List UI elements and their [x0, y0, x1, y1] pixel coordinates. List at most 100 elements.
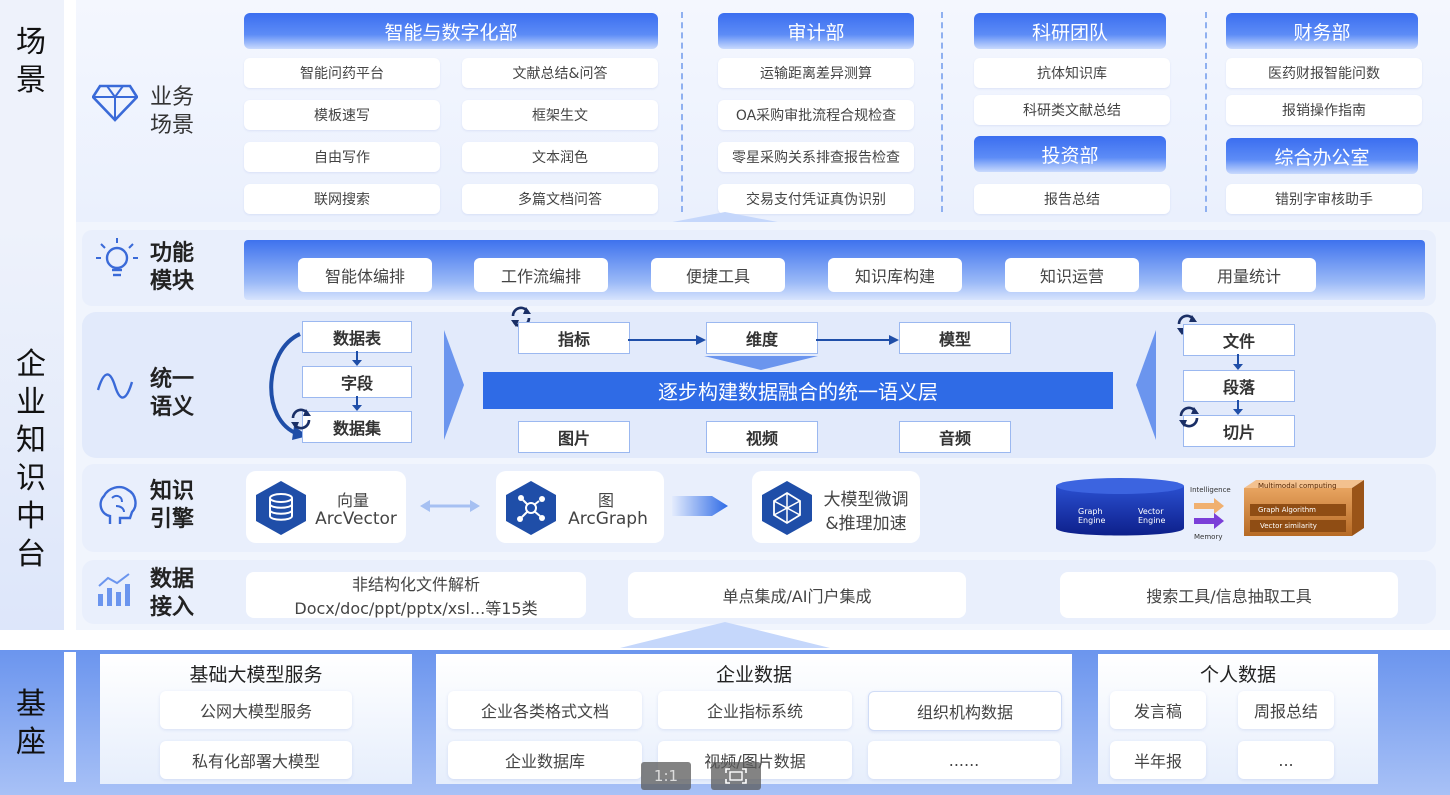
diamond-icon — [91, 84, 139, 126]
ingest-line1: 搜索工具/信息抽取工具 — [1146, 587, 1312, 606]
semantic-box[interactable]: 段落 — [1183, 370, 1295, 402]
scene-chip[interactable]: 文献总结&问答 — [462, 58, 658, 88]
func-chip[interactable]: 工作流编排 — [474, 258, 608, 292]
engine-label: Graph — [1078, 507, 1103, 516]
separator-line — [681, 12, 683, 212]
scene-chip[interactable]: 报告总结 — [974, 184, 1170, 214]
ingest-chip[interactable]: 非结构化文件解析 Docx/doc/ppt/pptx/xsl...等15类 — [246, 572, 586, 618]
dept-office: 综合办公室 — [1226, 138, 1418, 174]
ingest-chip[interactable]: 搜索工具/信息抽取工具 — [1060, 572, 1398, 618]
scene-chip[interactable]: 报销操作指南 — [1226, 95, 1422, 125]
base-chip[interactable]: 企业各类格式文档 — [448, 691, 642, 729]
scene-chip[interactable]: 错别字审核助手 — [1226, 184, 1422, 214]
scene-chip[interactable]: 交易支付凭证真伪识别 — [718, 184, 914, 214]
semantic-box[interactable]: 数据表 — [302, 321, 412, 353]
dept-label: 投资部 — [1041, 144, 1099, 167]
semantic-box[interactable]: 音频 — [899, 421, 1011, 453]
engine-label: Memory — [1194, 533, 1223, 541]
section-char: 业 — [16, 385, 46, 420]
func-chip[interactable]: 便捷工具 — [651, 258, 785, 292]
up-arrow-shape — [620, 622, 830, 652]
fullscreen-button[interactable] — [711, 762, 761, 790]
func-chip[interactable]: 用量统计 — [1182, 258, 1316, 292]
llm-card[interactable]: 大模型微调 &推理加速 — [752, 471, 920, 543]
database-icon — [256, 481, 306, 539]
dept-label: 财务部 — [1293, 21, 1351, 44]
down-arrow — [1232, 354, 1244, 374]
semantic-box[interactable]: 模型 — [899, 322, 1011, 354]
base-chip[interactable]: 周报总结 — [1238, 691, 1334, 729]
graph-subtitle: ArcGraph — [568, 509, 648, 529]
base-chip[interactable]: 私有化部署大模型 — [160, 741, 352, 779]
semantic-box[interactable]: 视频 — [706, 421, 818, 453]
semantic-box[interactable]: 维度 — [706, 322, 818, 354]
semantic-box[interactable]: 图片 — [518, 421, 630, 453]
graph-card[interactable]: 图 ArcGraph — [496, 471, 664, 543]
engine-diagram: Graph Engine Vector Engine Intelligence … — [1054, 476, 1374, 542]
base-chip[interactable]: ...... — [868, 741, 1060, 779]
scene-chip[interactable]: 智能问药平台 — [244, 58, 440, 88]
dept-research: 科研团队 — [974, 13, 1166, 49]
base-chip[interactable]: 企业数据库 — [448, 741, 642, 779]
vector-card[interactable]: 向量 ArcVector — [246, 471, 406, 543]
base-chip[interactable]: 半年报 — [1110, 741, 1206, 779]
graph-title: 图 — [597, 491, 614, 510]
separator-line — [1205, 12, 1207, 212]
refresh-icon — [1176, 404, 1202, 434]
down-arrow — [351, 351, 363, 370]
scene-chip[interactable]: 文本润色 — [462, 142, 658, 172]
scene-chip[interactable]: 框架生文 — [462, 100, 658, 130]
scene-chip[interactable]: 模板速写 — [244, 100, 440, 130]
func-chip[interactable]: 知识运营 — [1005, 258, 1139, 292]
section-char: 座 — [16, 725, 46, 760]
ingest-line1: 非结构化文件解析 — [351, 575, 480, 594]
scene-chip[interactable]: 抗体知识库 — [974, 58, 1170, 88]
semantic-box[interactable]: 字段 — [302, 366, 412, 398]
semantic-center-text: 逐步构建数据融合的统一语义层 — [658, 380, 938, 404]
base-chip[interactable]: ... — [1238, 741, 1334, 779]
divider-bar — [64, 652, 76, 782]
base-chip[interactable]: 公网大模型服务 — [160, 691, 352, 729]
func-chip[interactable]: 智能体编排 — [298, 258, 432, 292]
semantic-box[interactable]: 指标 — [518, 322, 630, 354]
ingest-chip[interactable]: 单点集成/AI门户集成 — [628, 572, 966, 618]
zoom-ratio-button[interactable]: 1:1 — [641, 762, 691, 790]
func-chip[interactable]: 知识库构建 — [828, 258, 962, 292]
divider-bar — [64, 222, 76, 627]
scene-row-label: 业务场景 — [150, 84, 202, 140]
wave-icon — [96, 368, 134, 408]
scene-chip[interactable]: 运输距离差异测算 — [718, 58, 914, 88]
engine-label: Intelligence — [1190, 486, 1231, 494]
dept-finance: 财务部 — [1226, 13, 1418, 49]
ingest-line1: 单点集成/AI门户集成 — [722, 587, 872, 606]
scene-chip[interactable]: 医药财报智能问数 — [1226, 58, 1422, 88]
scene-chip[interactable]: 多篇文档问答 — [462, 184, 658, 214]
base-chip[interactable]: 组织机构数据 — [868, 691, 1062, 731]
section-label-platform: 企 业 知 识 中 台 — [0, 346, 62, 574]
scene-chip[interactable]: 科研类文献总结 — [974, 95, 1170, 125]
scene-chip[interactable]: 自由写作 — [244, 142, 440, 172]
scene-chip[interactable]: 联网搜索 — [244, 184, 440, 214]
base-chip[interactable]: 企业指标系统 — [658, 691, 852, 729]
engine-label: Graph Algorithm — [1258, 506, 1316, 514]
vector-title: 向量 — [336, 491, 369, 510]
zoom-ratio-label: 1:1 — [653, 767, 679, 785]
scene-chip[interactable]: OA采购审批流程合规检查 — [718, 100, 914, 130]
section-label-scene: 场 景 — [0, 24, 62, 100]
separator-line — [941, 12, 943, 212]
scene-chip[interactable]: 零星采购关系排查报告检查 — [718, 142, 914, 172]
dept-invest: 投资部 — [974, 136, 1166, 172]
semantic-box[interactable]: 数据集 — [302, 411, 412, 443]
scene-row-label-text: 业务场景 — [150, 85, 195, 138]
section-char: 识 — [16, 461, 46, 496]
semantic-box[interactable]: 文件 — [1183, 324, 1295, 356]
engine-label: Multimodal computing — [1258, 482, 1337, 490]
section-char: 企 — [16, 347, 46, 382]
network-icon — [762, 481, 812, 539]
bar-chart-icon — [96, 572, 132, 612]
dept-label: 智能与数字化部 — [384, 21, 518, 44]
semantic-row-label: 统一语义 — [150, 367, 195, 420]
section-char: 台 — [16, 537, 46, 572]
base-chip[interactable]: 发言稿 — [1110, 691, 1206, 729]
fat-right-arrow — [672, 492, 728, 524]
